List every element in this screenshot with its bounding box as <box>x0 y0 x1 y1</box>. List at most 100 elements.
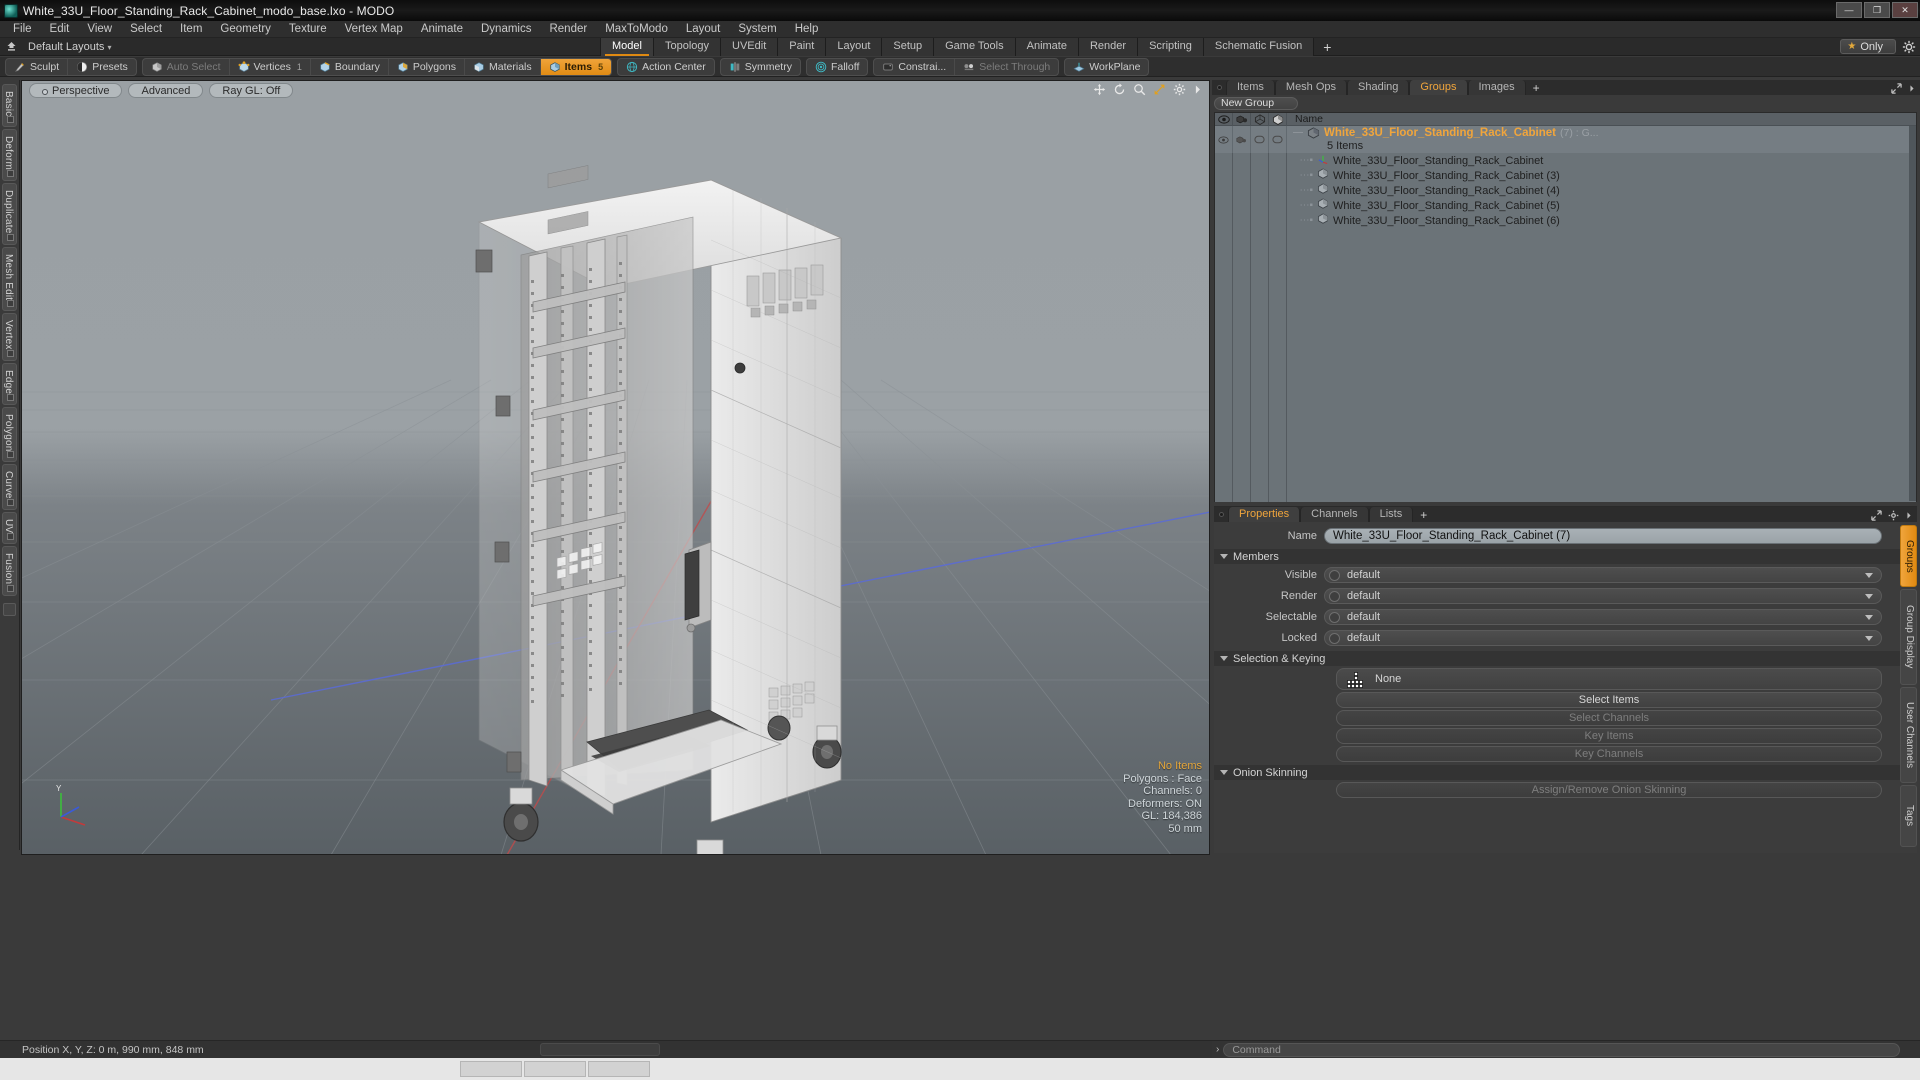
menu-item-item[interactable]: Item <box>171 21 211 38</box>
toggle-circle-icon[interactable] <box>1329 632 1340 644</box>
member-dropdown-locked[interactable]: default <box>1324 630 1882 646</box>
gear-icon[interactable] <box>1902 40 1916 54</box>
properties-vtab-user-channels[interactable]: User Channels <box>1900 687 1917 783</box>
panel-tab-groups[interactable]: Groups <box>1409 80 1468 95</box>
layout-tab-uvedit[interactable]: UVEdit <box>721 38 779 56</box>
row-visible-toggle[interactable] <box>1215 126 1233 153</box>
row-render-toggle[interactable] <box>1233 183 1251 198</box>
gear-icon[interactable] <box>1173 83 1186 96</box>
add-tab-button[interactable]: + <box>1526 81 1547 95</box>
new-group-button[interactable]: New Group <box>1214 97 1298 110</box>
chevron-right-icon[interactable] <box>1905 510 1913 521</box>
table-row[interactable]: — White_33U_Floor_Standing_Rack_Cabinet … <box>1215 126 1916 153</box>
menu-item-render[interactable]: Render <box>540 21 596 38</box>
row-shaded-toggle[interactable] <box>1269 183 1287 198</box>
close-button[interactable]: ✕ <box>1892 2 1918 18</box>
mode-button-workplane[interactable]: WorkPlane <box>1065 59 1148 75</box>
layout-tab-scripting[interactable]: Scripting <box>1138 38 1204 56</box>
chevron-right-icon[interactable] <box>1908 83 1916 94</box>
selection-keying-section-header[interactable]: Selection & Keying <box>1214 651 1900 666</box>
row-visible-toggle[interactable] <box>1215 213 1233 228</box>
expand-icon[interactable] <box>1871 510 1882 521</box>
group-child-row[interactable]: ⋯▪ White_33U_Floor_Standing_Rack_Cabinet <box>1287 153 1916 168</box>
mode-button-sculpt[interactable]: Sculpt <box>6 58 69 75</box>
properties-vtab-tags[interactable]: Tags <box>1900 785 1917 847</box>
row-wireframe-toggle[interactable] <box>1251 168 1269 183</box>
key-items-button[interactable]: Key Items <box>1336 728 1882 744</box>
panel-tab-images[interactable]: Images <box>1467 80 1526 95</box>
panel-menu-dot-icon[interactable] <box>1212 80 1226 95</box>
properties-vtab-group-display[interactable]: Group Display <box>1900 589 1917 685</box>
layout-tab-render[interactable]: Render <box>1078 38 1139 56</box>
menu-item-edit[interactable]: Edit <box>41 21 79 38</box>
mode-button-falloff[interactable]: Falloff <box>807 59 867 75</box>
menu-item-view[interactable]: View <box>78 21 121 38</box>
wireframe-icon[interactable] <box>1251 112 1269 126</box>
home-layout-icon[interactable] <box>0 38 22 56</box>
layout-tab-topology[interactable]: Topology <box>653 38 722 56</box>
row-render-toggle[interactable] <box>1233 126 1251 153</box>
left-tab-more-button[interactable] <box>3 602 16 616</box>
group-child-row[interactable]: ⋯▪ White_33U_Floor_Standing_Rack_Cabinet … <box>1287 213 1916 228</box>
menu-item-system[interactable]: System <box>729 21 785 38</box>
menu-item-dynamics[interactable]: Dynamics <box>472 21 540 38</box>
key-channels-button[interactable]: Key Channels <box>1336 746 1882 762</box>
members-section-header[interactable]: Members <box>1214 549 1900 564</box>
mode-button-auto-select[interactable]: Auto Select <box>143 58 230 75</box>
left-tab-fusion[interactable]: Fusion <box>2 546 17 596</box>
table-row[interactable]: ⋯▪ White_33U_Floor_Standing_Rack_Cabinet … <box>1215 183 1916 198</box>
mode-button-presets[interactable]: Presets <box>68 59 136 75</box>
menu-item-vertex-map[interactable]: Vertex Map <box>336 21 412 38</box>
menu-item-animate[interactable]: Animate <box>412 21 472 38</box>
assign-remove-onion-skinning-button[interactable]: Assign/Remove Onion Skinning <box>1336 782 1882 798</box>
group-child-row[interactable]: ⋯▪ White_33U_Floor_Standing_Rack_Cabinet … <box>1287 168 1916 183</box>
properties-tab-properties[interactable]: Properties <box>1228 507 1301 522</box>
move-icon[interactable] <box>1093 83 1106 96</box>
member-dropdown-selectable[interactable]: default <box>1324 609 1882 625</box>
left-tab-basic[interactable]: Basic <box>2 84 17 128</box>
panel-tab-items[interactable]: Items <box>1226 80 1275 95</box>
row-visible-toggle[interactable] <box>1215 153 1233 168</box>
groups-item-list[interactable]: Name — White_33U_Floor_Standing_Rack_Cab… <box>1214 112 1917 502</box>
left-tab-deform[interactable]: Deform <box>2 129 17 182</box>
menu-item-help[interactable]: Help <box>786 21 828 38</box>
rotate-icon[interactable] <box>1113 83 1126 96</box>
select-channels-button[interactable]: Select Channels <box>1336 710 1882 726</box>
mode-button-items[interactable]: Items 5 <box>540 58 612 75</box>
row-wireframe-toggle[interactable] <box>1251 213 1269 228</box>
3d-viewport[interactable]: Perspective Advanced Ray GL: Off No Items … <box>21 80 1210 855</box>
menu-item-maxtomodo[interactable]: MaxToModo <box>596 21 677 38</box>
viewport-button-ray-gl-off[interactable]: Ray GL: Off <box>209 82 294 98</box>
mode-button-action-center[interactable]: Action Center <box>618 59 714 75</box>
add-tab-button[interactable]: + <box>1413 508 1434 522</box>
properties-tab-channels[interactable]: Channels <box>1300 507 1369 522</box>
panel-tab-mesh-ops[interactable]: Mesh Ops <box>1274 80 1348 95</box>
command-input[interactable]: Command <box>1223 1042 1900 1057</box>
left-tab-mesh-edit[interactable]: Mesh Edit <box>2 246 17 312</box>
taskbar-item[interactable] <box>524 1061 586 1077</box>
eye-icon[interactable] <box>1215 112 1233 126</box>
row-wireframe-toggle[interactable] <box>1251 198 1269 213</box>
taskbar-item[interactable] <box>460 1061 522 1077</box>
toggle-circle-icon[interactable] <box>1329 569 1340 581</box>
mode-button-symmetry[interactable]: Symmetry <box>721 59 800 75</box>
row-shaded-toggle[interactable] <box>1269 198 1287 213</box>
row-render-toggle[interactable] <box>1233 213 1251 228</box>
row-render-toggle[interactable] <box>1233 198 1251 213</box>
panel-menu-dot-icon[interactable] <box>1214 507 1228 522</box>
name-field[interactable]: White_33U_Floor_Standing_Rack_Cabinet (7… <box>1324 528 1882 544</box>
only-button[interactable]: ★ Only <box>1840 39 1896 54</box>
mode-button-constrai[interactable]: Constrai... <box>874 58 956 75</box>
menu-item-layout[interactable]: Layout <box>677 21 730 38</box>
table-row[interactable]: ⋯▪ White_33U_Floor_Standing_Rack_Cabinet … <box>1215 168 1916 183</box>
group-root-row[interactable]: — White_33U_Floor_Standing_Rack_Cabinet … <box>1287 126 1916 140</box>
layout-tab-layout[interactable]: Layout <box>826 38 883 56</box>
row-wireframe-toggle[interactable] <box>1251 183 1269 198</box>
toggle-circle-icon[interactable] <box>1329 611 1340 623</box>
row-visible-toggle[interactable] <box>1215 168 1233 183</box>
mode-button-boundary[interactable]: Boundary <box>311 58 389 75</box>
row-shaded-toggle[interactable] <box>1269 213 1287 228</box>
zoom-icon[interactable] <box>1133 83 1146 96</box>
toggle-circle-icon[interactable] <box>1329 590 1340 602</box>
group-child-row[interactable]: ⋯▪ White_33U_Floor_Standing_Rack_Cabinet … <box>1287 183 1916 198</box>
